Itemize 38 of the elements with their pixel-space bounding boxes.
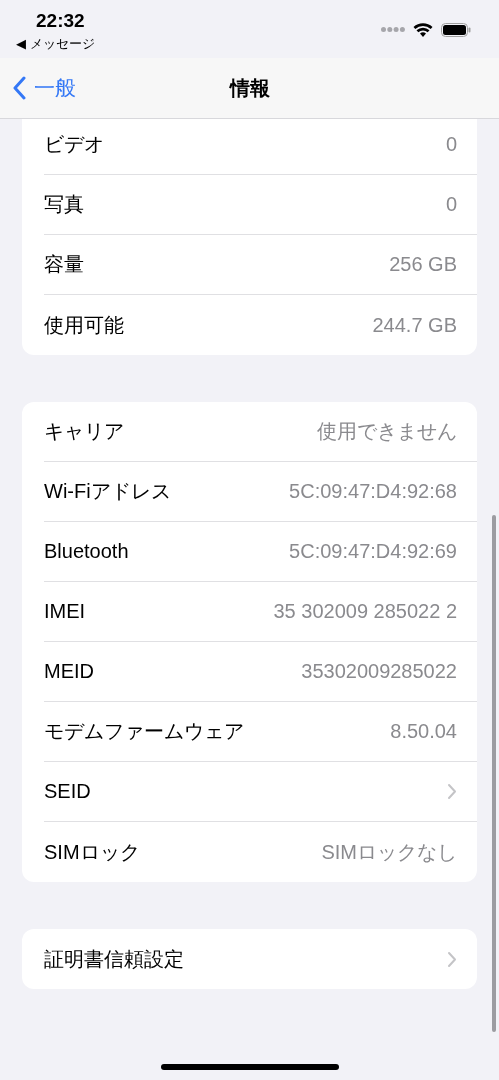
- settings-row[interactable]: 証明書信頼設定: [44, 929, 477, 989]
- row-label: 容量: [44, 252, 84, 277]
- row-value: 244.7 GB: [372, 313, 457, 337]
- row-value: 0: [445, 133, 457, 156]
- nav-title: 情報: [229, 75, 270, 101]
- row-value: 0: [445, 193, 457, 216]
- battery-icon: [441, 22, 471, 37]
- row-label: 証明書信頼設定: [44, 946, 184, 972]
- status-time: 22:32: [35, 10, 85, 32]
- row-value: 35 302009 285022 2: [273, 600, 457, 623]
- chevron-right-icon: [447, 783, 457, 800]
- home-indicator[interactable]: [161, 1064, 339, 1070]
- scroll-bar[interactable]: [492, 515, 496, 1032]
- row-label: モデムファームウェア: [44, 719, 244, 744]
- row-label: MEID: [44, 660, 94, 683]
- row-label: 使用可能: [44, 312, 124, 338]
- back-button[interactable]: 一般: [0, 73, 82, 103]
- row-label: SEID: [44, 780, 91, 803]
- row-value: 5C:09:47:D4:92:68: [289, 480, 457, 503]
- settings-row[interactable]: SEID: [44, 762, 477, 822]
- signal-icon: [381, 27, 405, 32]
- chevron-right-icon: [447, 950, 457, 968]
- row-label: ビデオ: [44, 132, 104, 157]
- row-value: SIMロックなし: [321, 839, 457, 865]
- row-label: 写真: [44, 192, 84, 217]
- row-value: 256 GB: [389, 253, 457, 276]
- wifi-icon: [413, 22, 433, 37]
- row-label: キャリア: [44, 419, 124, 444]
- row-label: Wi-Fiアドレス: [44, 479, 171, 504]
- chevron-left-icon: [12, 76, 26, 100]
- row-label: SIMロック: [44, 839, 140, 865]
- row-value: 35302009285022: [301, 660, 457, 683]
- row-value: 5C:09:47:D4:92:69: [289, 540, 457, 563]
- row-value: 8.50.04: [390, 720, 457, 743]
- row-label: Bluetooth: [44, 540, 129, 563]
- row-value: 使用できません: [317, 419, 457, 444]
- back-to-app-link[interactable]: ◀ メッセージ: [16, 35, 95, 53]
- row-label: IMEI: [44, 600, 86, 623]
